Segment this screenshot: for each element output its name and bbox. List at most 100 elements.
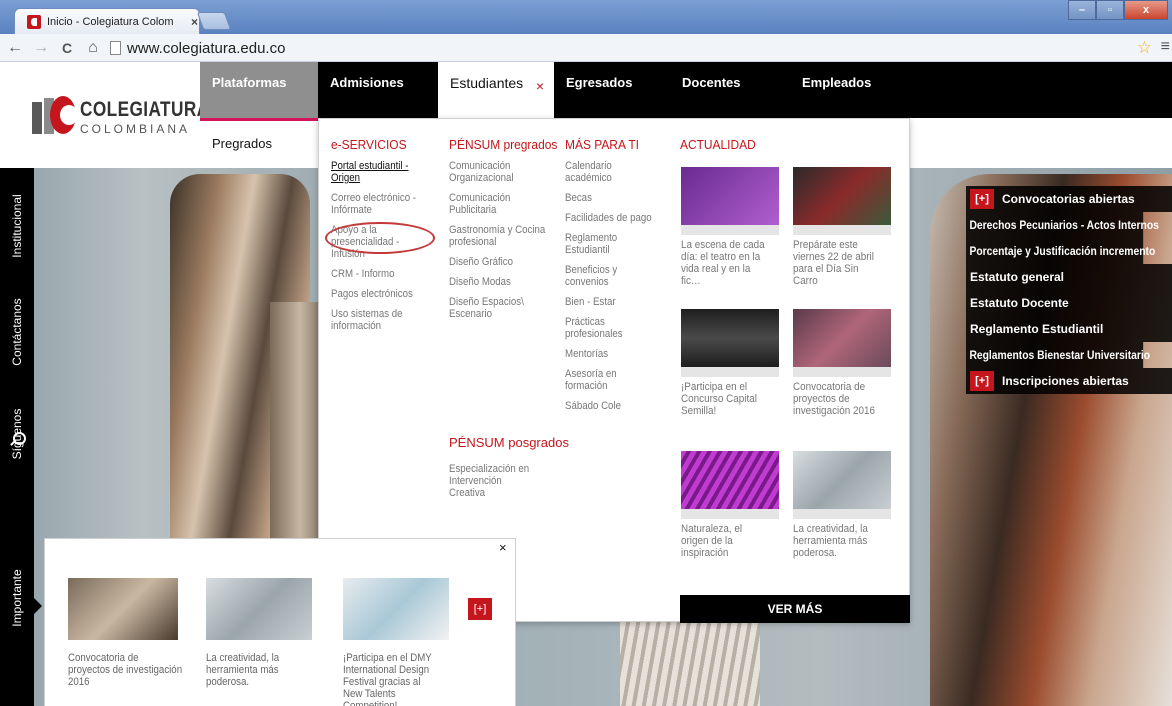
colegiatura-favicon-icon: [27, 14, 41, 29]
mas-item-0[interactable]: Calendario académico: [565, 160, 653, 184]
pregrados-item-0[interactable]: Comunicación Organizacional: [449, 160, 548, 184]
pregrados-item-1[interactable]: Comunicación Publicitaria: [449, 192, 548, 216]
convocatorias-panel: [+] Convocatorias abiertas Derechos Pecu…: [966, 186, 1172, 394]
mas-item-1[interactable]: Becas: [565, 192, 653, 204]
popup-close-icon[interactable]: ×: [499, 540, 507, 555]
eservicios-item-3[interactable]: CRM - Informo: [331, 268, 419, 280]
minimize-icon[interactable]: –: [1068, 0, 1096, 20]
mas-item-9[interactable]: Sábado Cole: [565, 400, 653, 412]
news-text-2: ¡Participa en el Concurso Capital Semill…: [681, 381, 757, 417]
popup-card-text-2: ¡Participa en el DMY International Desig…: [343, 652, 432, 706]
mas-item-8[interactable]: Asesoría en formación: [565, 368, 653, 392]
news-text-3: Convocatoria de proyectos de investigaci…: [793, 381, 876, 417]
nav-estudiantes[interactable]: Estudiantes ×: [438, 62, 554, 118]
conv-link-2[interactable]: Estatuto general: [966, 264, 1172, 290]
convocatorias-header[interactable]: [+] Convocatorias abiertas: [966, 186, 1172, 212]
sidebar-contactanos[interactable]: Contáctanos: [10, 298, 24, 365]
expand-plus-icon[interactable]: [+]: [970, 371, 994, 391]
colegiatura-logo[interactable]: COLEGIATURA COLOMBIANA: [32, 92, 209, 144]
news-card-1[interactable]: Prepárate este viernes 22 de abril para …: [793, 167, 891, 287]
importante-tab[interactable]: Importante: [0, 538, 34, 658]
nav-empleados[interactable]: Empleados: [790, 62, 871, 118]
mas-item-4[interactable]: Beneficios y convenios: [565, 264, 653, 288]
news-card-3[interactable]: Convocatoria de proyectos de investigaci…: [793, 309, 891, 417]
news-card-4[interactable]: Naturaleza, el origen de la inspiración: [681, 451, 779, 559]
back-arrow-icon[interactable]: ←: [4, 39, 26, 57]
maximize-icon[interactable]: ▫: [1096, 0, 1124, 20]
home-icon[interactable]: ⌂: [82, 39, 104, 57]
tab-close-icon[interactable]: ×: [191, 15, 198, 29]
popup-card-0[interactable]: Convocatoria de proyectos de investigaci…: [68, 578, 182, 688]
close-menu-icon[interactable]: ×: [536, 78, 544, 94]
pregrados-item-3[interactable]: Diseño Gráfico: [449, 256, 548, 268]
address-bar[interactable]: www.colegiatura.edu.co: [110, 37, 1150, 59]
mas-item-3[interactable]: Reglamento Estudiantil: [565, 232, 653, 256]
news-card-0[interactable]: La escena de cada día: el teatro en la v…: [681, 167, 779, 287]
inscripciones-title: Inscripciones abiertas: [1002, 374, 1129, 388]
conv-link-3[interactable]: Estatuto Docente: [966, 290, 1172, 316]
pensum-posgrados-heading: PÉNSUM posgrados: [449, 435, 569, 450]
popup-card-2[interactable]: ¡Participa en el DMY International Desig…: [343, 578, 453, 706]
new-tab-button[interactable]: [196, 12, 232, 30]
popup-more-plus-icon[interactable]: [+]: [468, 598, 492, 620]
mas-item-5[interactable]: Bien - Estar: [565, 296, 653, 308]
sidebar-institucional[interactable]: Institucional: [10, 194, 24, 257]
conv-link-5[interactable]: Reglamentos Bienestar Universitario: [966, 342, 1150, 368]
browser-tab[interactable]: Inicio - Colegiatura Colom ×: [14, 8, 200, 34]
tab-title: Inicio - Colegiatura Colom: [47, 15, 174, 28]
inscripciones-header[interactable]: [+] Inscripciones abiertas: [966, 368, 1172, 394]
posgrados-item-0[interactable]: Especialización en Intervención Creativa: [449, 463, 537, 499]
eservicios-item-0[interactable]: Portal estudiantil - Origen: [331, 160, 419, 184]
bookmark-star-icon[interactable]: ☆: [1137, 38, 1152, 58]
window-controls: – ▫ x: [1068, 0, 1168, 20]
window-close-icon[interactable]: x: [1124, 0, 1168, 20]
nav-egresados[interactable]: Egresados: [554, 62, 632, 118]
news-text-5: La creatividad, la herramienta más poder…: [793, 523, 868, 559]
news-text-4: Naturaleza, el origen de la inspiración: [681, 523, 743, 559]
subnav-pregrados[interactable]: Pregrados: [212, 136, 272, 151]
pregrados-item-4[interactable]: Diseño Modas: [449, 276, 548, 288]
url-text[interactable]: www.colegiatura.edu.co: [127, 40, 285, 57]
nav-docentes[interactable]: Docentes: [670, 62, 741, 118]
forward-arrow-icon[interactable]: →: [30, 39, 52, 57]
web-page: COLEGIATURA COLOMBIANA Plataformas Admis…: [0, 62, 1172, 706]
pregrados-item-2[interactable]: Gastronomía y Cocina profesional: [449, 224, 548, 248]
actualidad-heading: ACTUALIDAD: [680, 137, 756, 152]
logo-mark-icon: [32, 96, 78, 136]
conv-link-4[interactable]: Reglamento Estudiantil: [966, 316, 1172, 342]
eservicios-item-1[interactable]: Correo electrónico - Infórmate: [331, 192, 419, 216]
logo-text-line2: COLOMBIANA: [80, 122, 191, 136]
mas-item-7[interactable]: Mentorías: [565, 348, 653, 360]
news-bar: [681, 509, 779, 519]
news-image: [793, 309, 891, 367]
nav-plataformas[interactable]: Plataformas: [200, 62, 318, 118]
search-icon[interactable]: [9, 432, 26, 448]
news-image: [681, 451, 779, 509]
eservicios-item-4[interactable]: Pagos electrónicos: [331, 288, 419, 300]
conv-link-0[interactable]: Derechos Pecuniarios - Actos Internos: [966, 212, 1159, 238]
reload-icon[interactable]: C: [56, 40, 78, 56]
nav-admisiones[interactable]: Admisiones: [318, 62, 404, 118]
eservicios-item-5[interactable]: Uso sistemas de información: [331, 308, 419, 332]
pregrados-item-5[interactable]: Diseño Espacios\ Escenario: [449, 296, 548, 320]
page-icon: [110, 41, 121, 55]
highlight-circle: [325, 222, 435, 254]
pensum-pregrados-heading: PÉNSUM pregrados: [449, 137, 558, 152]
news-bar: [793, 509, 891, 519]
news-text-1: Prepárate este viernes 22 de abril para …: [793, 239, 874, 287]
browser-menu-icon[interactable]: ≡: [1161, 38, 1170, 56]
mas-item-6[interactable]: Prácticas profesionales: [565, 316, 653, 340]
news-card-5[interactable]: La creatividad, la herramienta más poder…: [793, 451, 891, 559]
col-mas-para-ti: MÁS PARA TI Calendario académico Becas F…: [565, 137, 665, 420]
conv-link-1[interactable]: Porcentaje y Justificación incremento: [966, 238, 1155, 264]
popup-card-1[interactable]: La creatividad, la herramienta más poder…: [206, 578, 316, 688]
popup-card-text-1: La creatividad, la herramienta más poder…: [206, 652, 280, 688]
mas-item-2[interactable]: Facilidades de pago: [565, 212, 653, 224]
hero-fashion-figure-bottom: [620, 622, 760, 706]
news-image: [681, 167, 779, 225]
news-card-2[interactable]: ¡Participa en el Concurso Capital Semill…: [681, 309, 779, 417]
news-image: [793, 451, 891, 509]
news-image: [793, 167, 891, 225]
expand-plus-icon[interactable]: [+]: [970, 189, 994, 209]
ver-mas-button[interactable]: VER MÁS: [680, 595, 910, 623]
